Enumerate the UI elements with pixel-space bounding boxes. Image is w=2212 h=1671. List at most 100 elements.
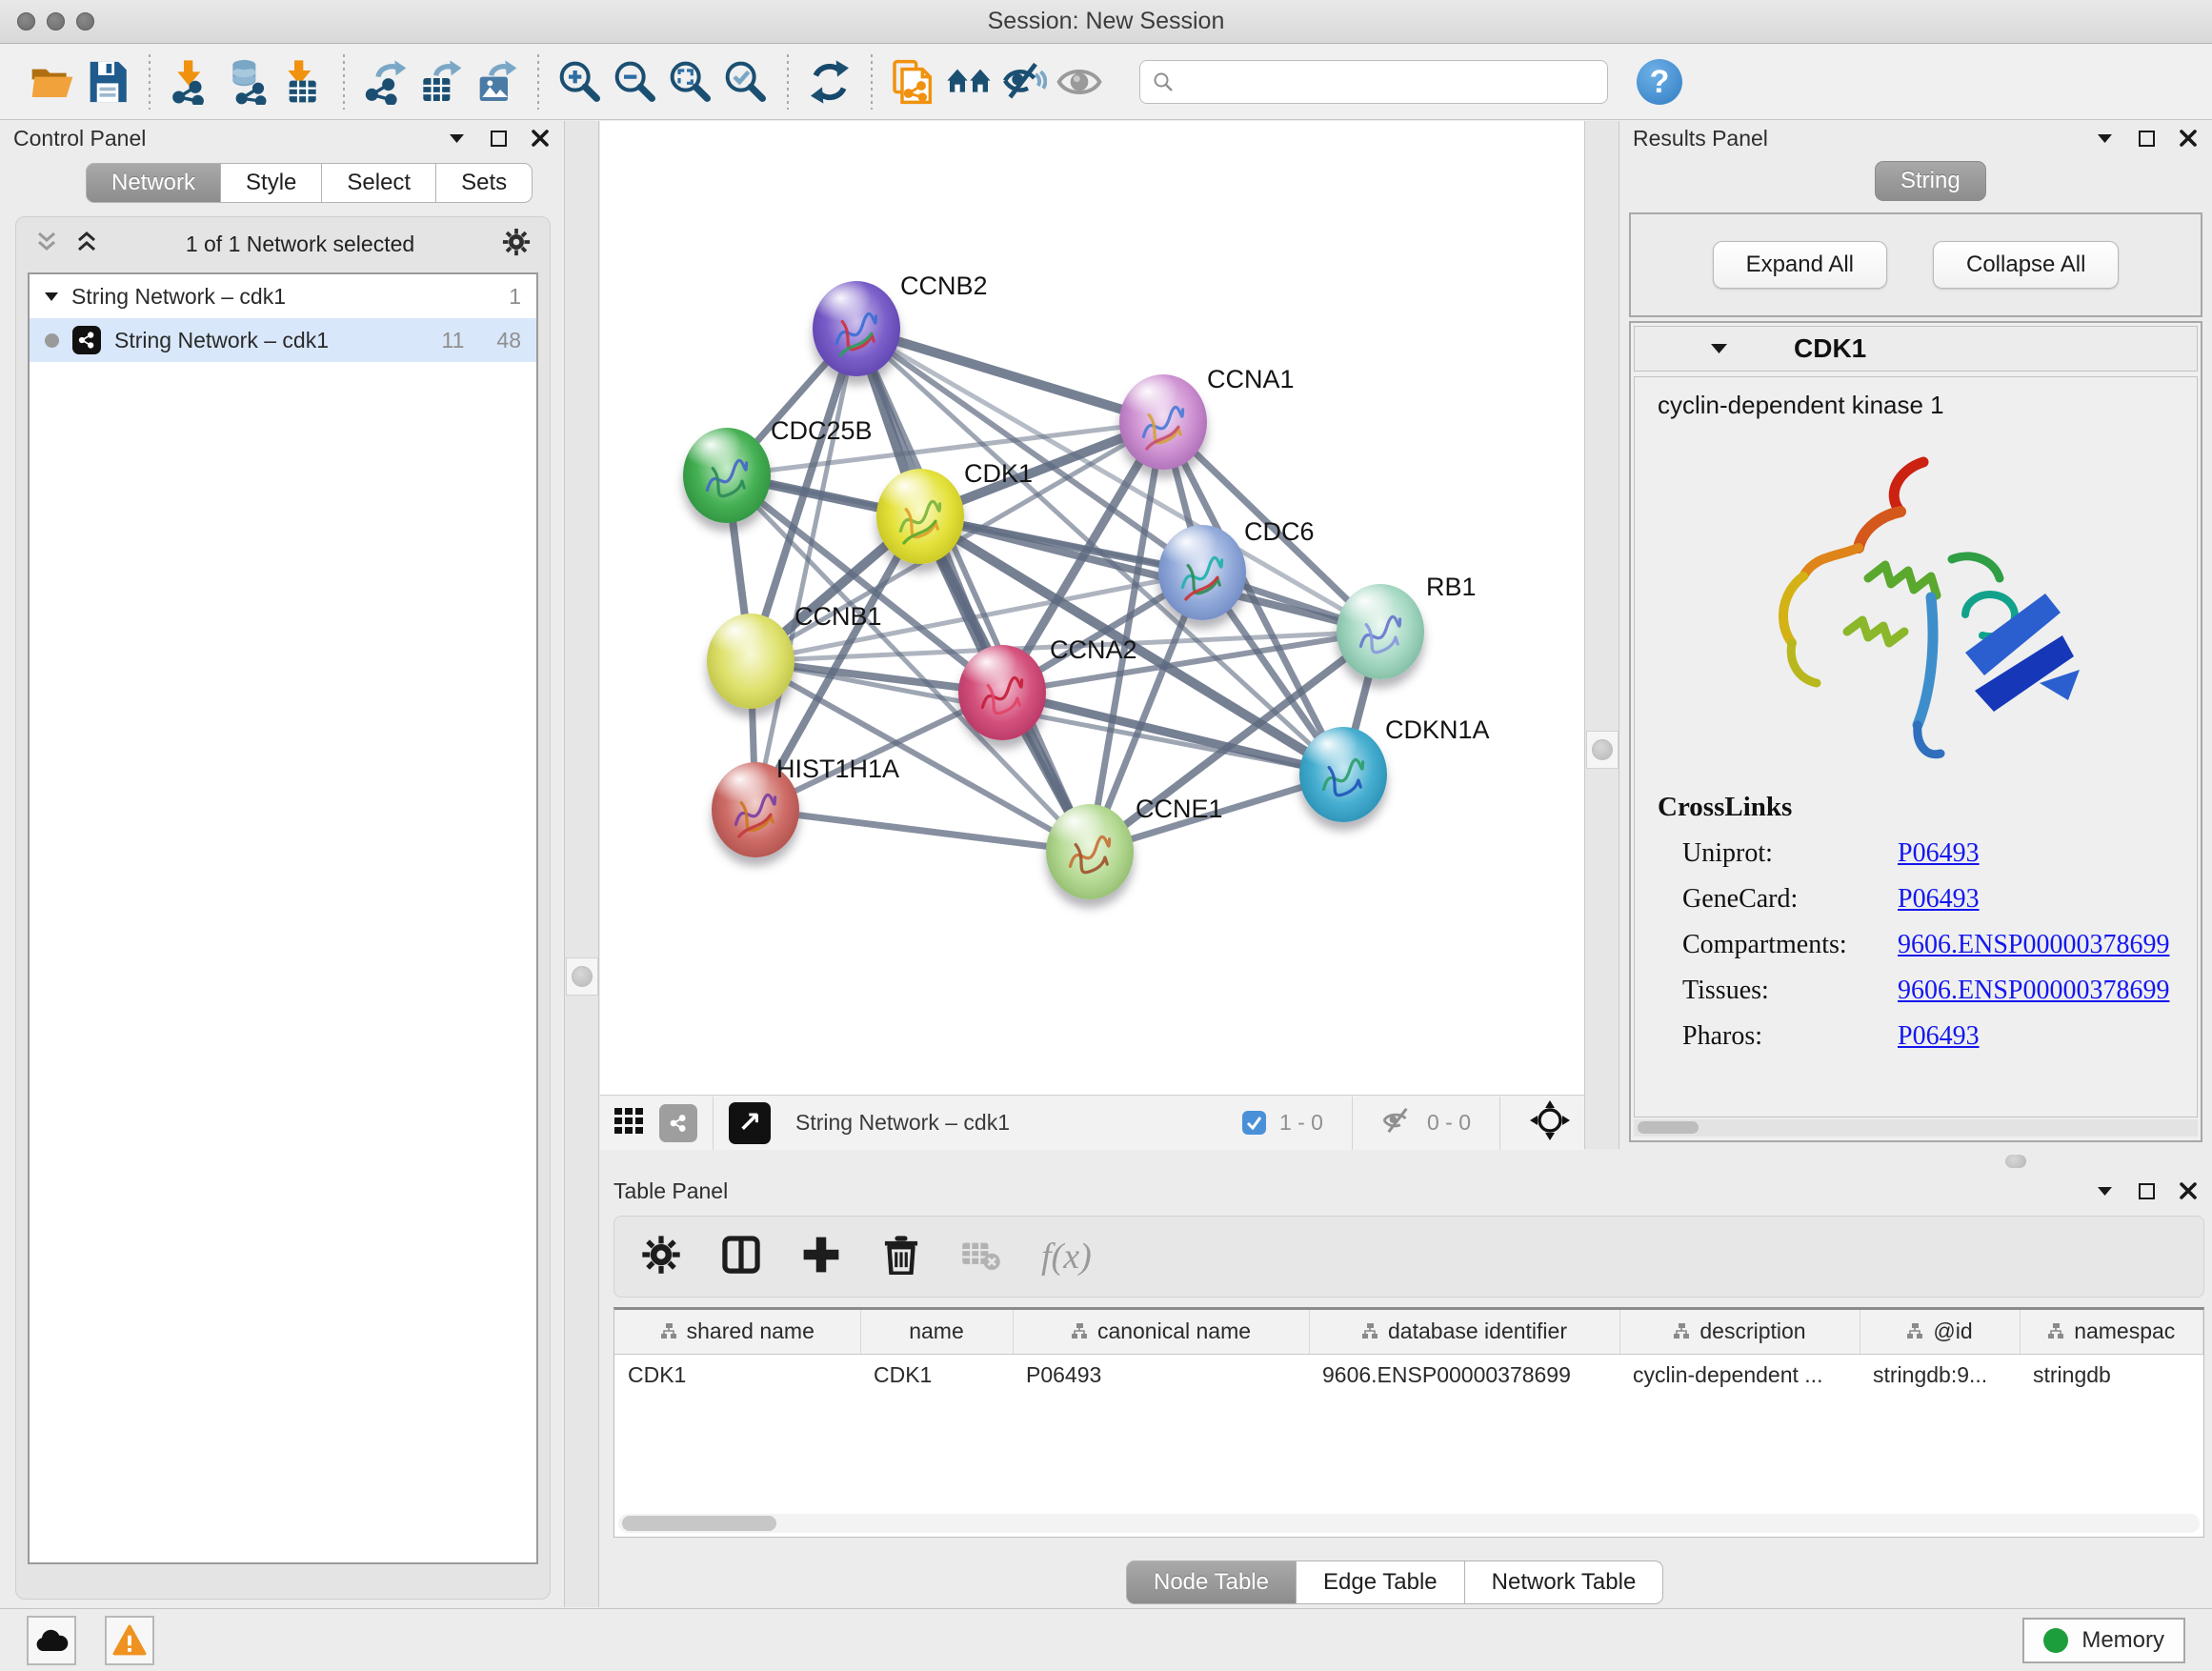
expand-all-networks-icon[interactable] [75,231,98,258]
expand-all-button[interactable]: Expand All [1713,241,1887,289]
network-node-ccnb2[interactable] [813,281,900,376]
save-session-button[interactable] [80,54,135,110]
crosslink-link[interactable]: 9606.ENSP00000378699 [1898,930,2169,960]
node-section-header[interactable]: CDK1 [1634,326,2198,372]
collapse-all-networks-icon[interactable] [35,231,58,258]
search-input[interactable] [1182,70,1596,94]
network-node-cdc25b[interactable] [683,428,771,523]
string-home-button[interactable] [941,54,996,110]
network-collection-row[interactable]: String Network – cdk1 1 [30,274,536,318]
tab-node-table[interactable]: Node Table [1126,1560,1297,1604]
crosslink-link[interactable]: P06493 [1898,838,1980,869]
open-session-button[interactable] [25,54,80,110]
panel-float-icon[interactable] [488,128,509,149]
create-column-plus-icon[interactable] [801,1235,841,1279]
crosslink-link[interactable]: 9606.ENSP00000378699 [1898,976,2169,1006]
selected-count-checkbox[interactable] [1242,1111,1266,1135]
horizontal-splitter[interactable] [600,1149,2212,1174]
refresh-button[interactable] [802,54,857,110]
panel-float-icon[interactable] [2136,128,2157,149]
zoom-in-button[interactable] [553,54,608,110]
table-row[interactable]: CDK1 CDK1 P06493 9606.ENSP00000378699 cy… [614,1354,2203,1396]
cell-name[interactable]: CDK1 [860,1354,1013,1396]
zoom-fit-button[interactable] [663,54,718,110]
network-edge[interactable] [856,329,1163,422]
import-network-database-button[interactable] [219,54,274,110]
grid-view-icon[interactable] [613,1105,644,1140]
export-network-button[interactable] [358,54,413,110]
column-header[interactable]: @id [1860,1310,2020,1354]
import-network-file-button[interactable] [164,54,219,110]
panel-close-icon[interactable] [2178,128,2199,149]
cell-canonical-name[interactable]: P06493 [1013,1354,1309,1396]
network-node-ccne1[interactable] [1046,804,1134,899]
network-canvas[interactable]: CCNB2CCNA1CDC25BCDK1CDC6RB1CCNB1CCNA2CDK… [600,121,1584,1095]
network-row[interactable]: String Network – cdk1 1148 [30,318,536,362]
table-options-gear-icon[interactable] [641,1235,681,1279]
panel-close-icon[interactable] [2178,1180,2199,1201]
column-header[interactable]: database identifier [1309,1310,1619,1354]
panel-menu-caret-icon[interactable] [446,128,467,149]
column-header[interactable]: canonical name [1013,1310,1309,1354]
cell-namespace[interactable]: stringdb [2020,1354,2203,1396]
left-splitter[interactable] [564,121,599,1607]
warning-status-button[interactable] [105,1616,154,1665]
results-horizontal-scrollbar[interactable] [1634,1119,2198,1137]
network-node-cdkn1a[interactable] [1299,727,1387,822]
hide-selected-button[interactable] [996,54,1052,110]
right-splitter[interactable] [1584,121,1619,1150]
crosslink-link[interactable]: P06493 [1898,884,1980,915]
network-node-cdc6[interactable] [1158,525,1246,620]
import-string-network-button[interactable] [886,54,941,110]
column-header[interactable]: name [860,1310,1013,1354]
tab-network[interactable]: Network [86,163,221,203]
zoom-selected-button[interactable] [718,54,774,110]
cloud-status-button[interactable] [27,1616,76,1665]
show-all-button[interactable] [1052,54,1107,110]
help-button[interactable]: ? [1637,59,1682,105]
network-node-rb1[interactable] [1337,584,1424,679]
panel-close-icon[interactable] [530,128,551,149]
tab-edge-table[interactable]: Edge Table [1297,1560,1465,1604]
network-node-cdk1[interactable] [876,469,964,564]
column-header[interactable]: description [1619,1310,1860,1354]
cell-database-identifier[interactable]: 9606.ENSP00000378699 [1309,1354,1619,1396]
network-node-ccna1[interactable] [1119,374,1207,470]
string-style-icon[interactable] [659,1104,697,1142]
panel-menu-caret-icon[interactable] [2094,128,2115,149]
export-image-button[interactable] [469,54,524,110]
memory-button[interactable]: Memory [2022,1618,2185,1663]
network-node-ccnb1[interactable] [707,614,794,709]
splitter-grip[interactable] [1586,731,1619,769]
delete-column-trash-icon[interactable] [881,1235,921,1279]
tab-select[interactable]: Select [322,163,436,203]
tab-network-table[interactable]: Network Table [1465,1560,1664,1604]
birdseye-view-icon[interactable]: ↗ [729,1102,771,1144]
table-horizontal-scrollbar[interactable] [618,1514,2200,1533]
zoom-out-button[interactable] [608,54,663,110]
fit-selected-crosshair-icon[interactable] [1529,1099,1571,1146]
cell-shared-name[interactable]: CDK1 [614,1354,860,1396]
tab-style[interactable]: Style [221,163,322,203]
section-collapse-caret-icon[interactable] [1711,344,1727,353]
network-edge[interactable] [755,810,1090,852]
network-options-gear-icon[interactable] [502,228,531,261]
splitter-grip[interactable] [2005,1155,2026,1168]
import-table-button[interactable] [274,54,330,110]
table-panel-title: Table Panel [613,1178,728,1204]
panel-menu-caret-icon[interactable] [2094,1180,2115,1201]
tab-sets[interactable]: Sets [436,163,533,203]
cell-description[interactable]: cyclin-dependent ... [1619,1354,1860,1396]
tree-expand-caret-icon[interactable] [45,292,58,301]
crosslink-link[interactable]: P06493 [1898,1021,1980,1052]
collapse-all-button[interactable]: Collapse All [1933,241,2119,289]
panel-float-icon[interactable] [2136,1180,2157,1201]
network-node-ccna2[interactable] [958,645,1046,740]
cell-id[interactable]: stringdb:9... [1860,1354,2020,1396]
tab-string[interactable]: String [1875,161,1986,201]
column-header[interactable]: namespac [2020,1310,2203,1354]
column-header[interactable]: shared name [614,1310,860,1354]
splitter-grip[interactable] [566,957,598,996]
show-columns-icon[interactable] [721,1235,761,1279]
export-table-button[interactable] [413,54,469,110]
